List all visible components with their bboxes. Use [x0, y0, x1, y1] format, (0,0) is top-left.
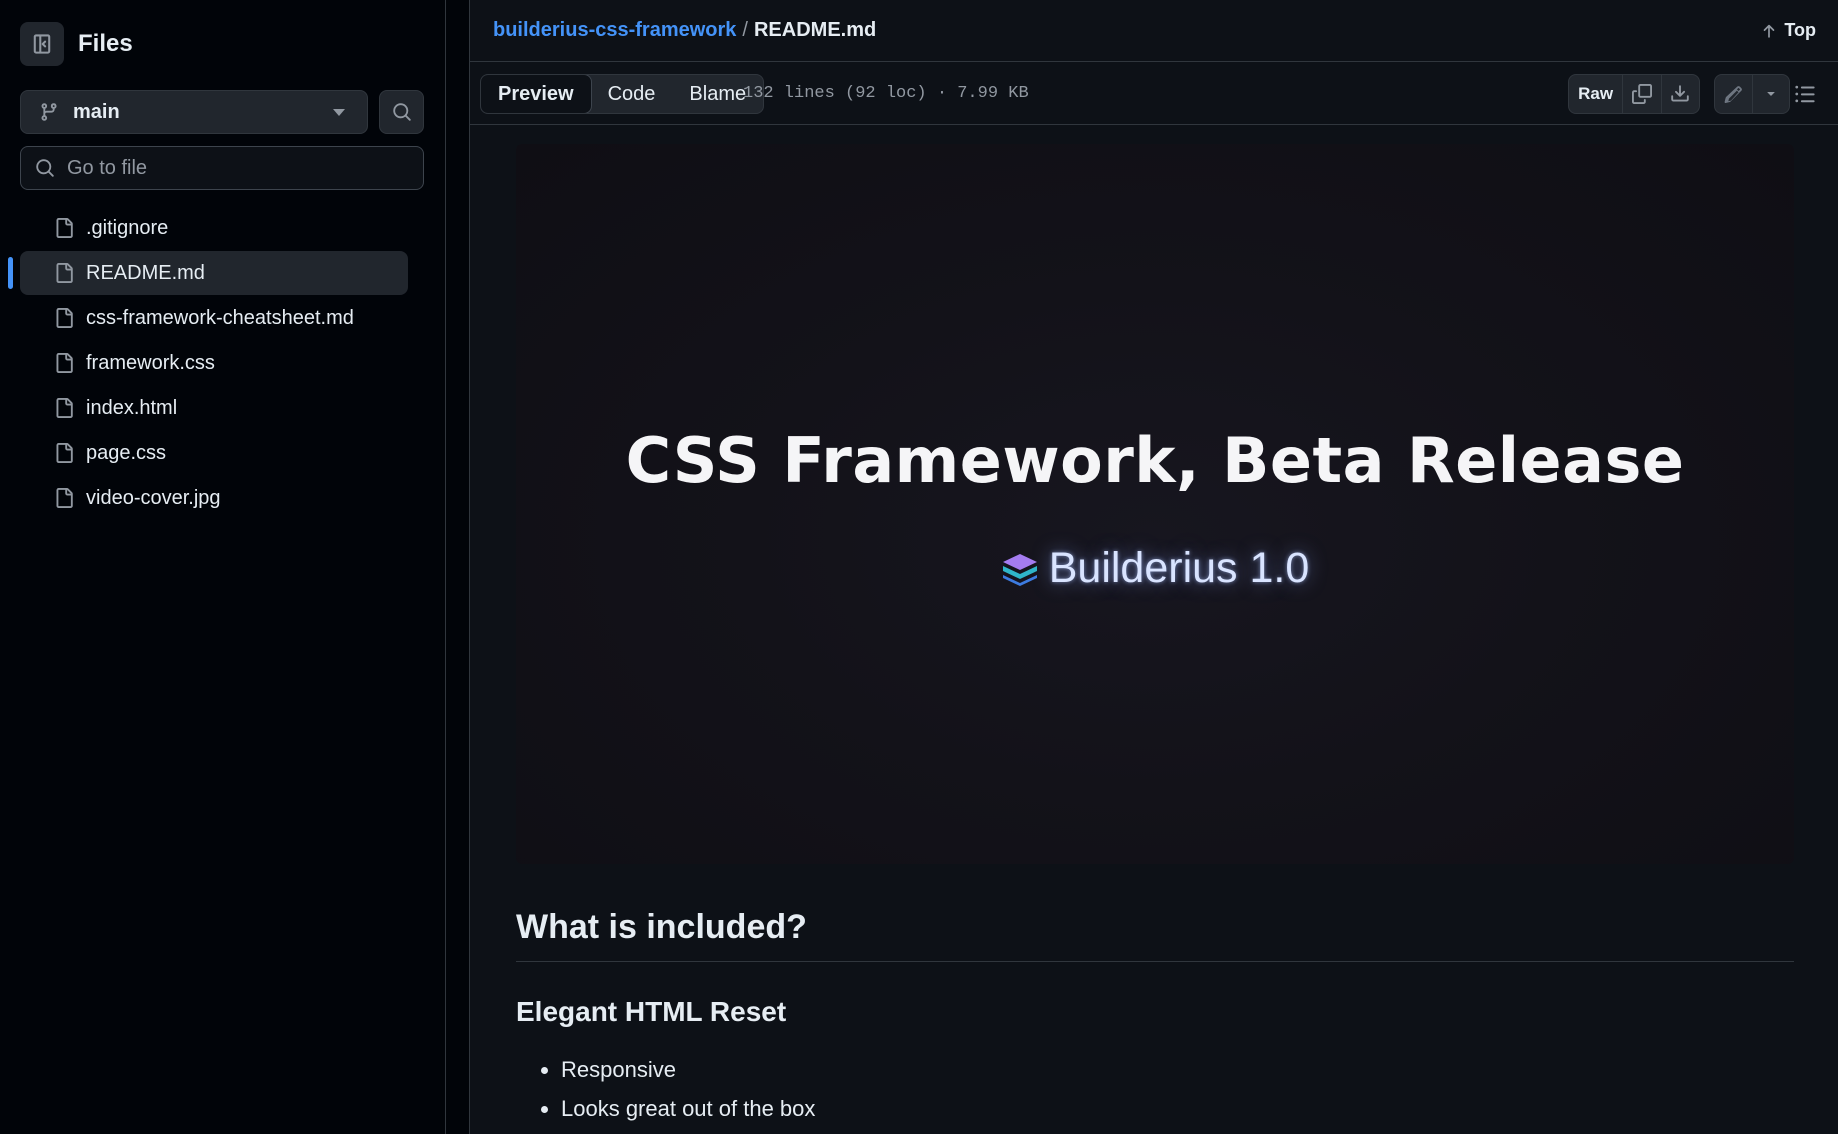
readme-hero-image: CSS Framework, Beta Release Builderius 1… [516, 144, 1794, 864]
file-name: README.md [86, 261, 205, 284]
search-icon [392, 103, 411, 121]
breadcrumb-file: README.md [753, 19, 877, 41]
top-label: Top [1784, 20, 1816, 40]
breadcrumb-separator: / [742, 19, 748, 41]
file-icon [54, 217, 74, 239]
file-tree-item[interactable]: framework.css [20, 341, 408, 385]
file-header: builderius-css-framework / README.md Top [470, 0, 1838, 62]
file-name: css-framework-cheatsheet.md [86, 306, 354, 329]
tab-code[interactable]: Code [591, 75, 673, 113]
file-tree-item[interactable]: .gitignore [20, 206, 408, 250]
collapse-sidebar-button[interactable] [20, 22, 64, 66]
branch-name: main [73, 100, 120, 123]
download-button[interactable] [1662, 75, 1699, 113]
file-tree-item[interactable]: index.html [20, 386, 408, 430]
layers-logo-icon [1002, 553, 1037, 586]
list-unordered-icon [1795, 85, 1815, 103]
file-toolbar: Preview Code Blame 132 lines (92 loc) · … [470, 62, 1838, 125]
heading-elegant-html-reset: Elegant HTML Reset [516, 996, 787, 1027]
file-icon [54, 397, 74, 419]
sidebar-resize-handle[interactable] [446, 0, 470, 1134]
file-name: video-cover.jpg [86, 486, 221, 509]
file-icon [54, 352, 74, 374]
list-item: Responsive [561, 1050, 1794, 1089]
breadcrumb-repo-link[interactable]: builderius-css-framework [493, 19, 736, 42]
pencil-icon [1724, 85, 1742, 103]
edit-actions-group [1714, 74, 1790, 114]
top-button[interactable]: Top [1760, 20, 1816, 41]
file-tree-item[interactable]: css-framework-cheatsheet.md [20, 296, 408, 340]
hero-brand: Builderius 1.0 [516, 544, 1794, 593]
file-tree-item[interactable]: page.css [20, 431, 408, 475]
list-item: Looks great out of the box [561, 1089, 1794, 1128]
search-icon [35, 158, 55, 178]
heading-what-is-included: What is included? [516, 908, 1794, 962]
main-panel: builderius-css-framework / README.md Top… [446, 0, 1838, 1134]
file-sidebar: Files main .gitignore README.md css-fram… [0, 0, 446, 1134]
outline-button[interactable] [1792, 81, 1818, 107]
copy-raw-button[interactable] [1623, 75, 1662, 113]
arrow-up-icon [1764, 24, 1775, 38]
sidebar-collapse-icon [33, 34, 51, 54]
hero-brand-name: Builderius 1.0 [1048, 544, 1310, 592]
search-files-button[interactable] [379, 90, 424, 134]
feature-list: Responsive Looks great out of the box [516, 1050, 1794, 1128]
sidebar-header: Files [20, 22, 133, 66]
edit-options-button[interactable] [1753, 75, 1790, 113]
download-icon [1671, 85, 1690, 102]
hero-title: CSS Framework, Beta Release [625, 424, 1685, 497]
file-tree-item-active[interactable]: README.md [8, 251, 408, 295]
file-name: page.css [86, 441, 167, 464]
file-info: 132 lines (92 loc) · 7.99 KB [743, 84, 1029, 103]
breadcrumb: builderius-css-framework / README.md [493, 19, 876, 42]
edit-file-button[interactable] [1715, 75, 1753, 113]
file-icon [54, 307, 74, 329]
file-name: index.html [86, 396, 178, 419]
branch-selector[interactable]: main [20, 90, 368, 134]
file-icon [54, 262, 74, 284]
go-to-file-input[interactable] [65, 155, 409, 181]
raw-button[interactable]: Raw [1569, 75, 1624, 113]
tab-preview[interactable]: Preview [481, 75, 592, 113]
raw-actions-group: Raw [1568, 74, 1700, 114]
view-mode-tabs: Preview Code Blame [480, 74, 765, 114]
file-name: framework.css [86, 351, 215, 374]
file-tree-item[interactable]: video-cover.jpg [20, 476, 408, 520]
file-icon [54, 442, 74, 464]
go-to-file-field[interactable] [20, 146, 424, 190]
chevron-down-icon [333, 108, 345, 116]
copy-icon [1631, 84, 1652, 104]
file-name: .gitignore [86, 216, 169, 239]
file-icon [54, 487, 74, 509]
sidebar-title: Files [78, 30, 133, 57]
triangle-down-icon [1767, 92, 1775, 96]
git-branch-icon [39, 101, 59, 123]
readme-content: CSS Framework, Beta Release Builderius 1… [516, 144, 1794, 1128]
file-tree: .gitignore README.md css-framework-cheat… [8, 206, 408, 521]
